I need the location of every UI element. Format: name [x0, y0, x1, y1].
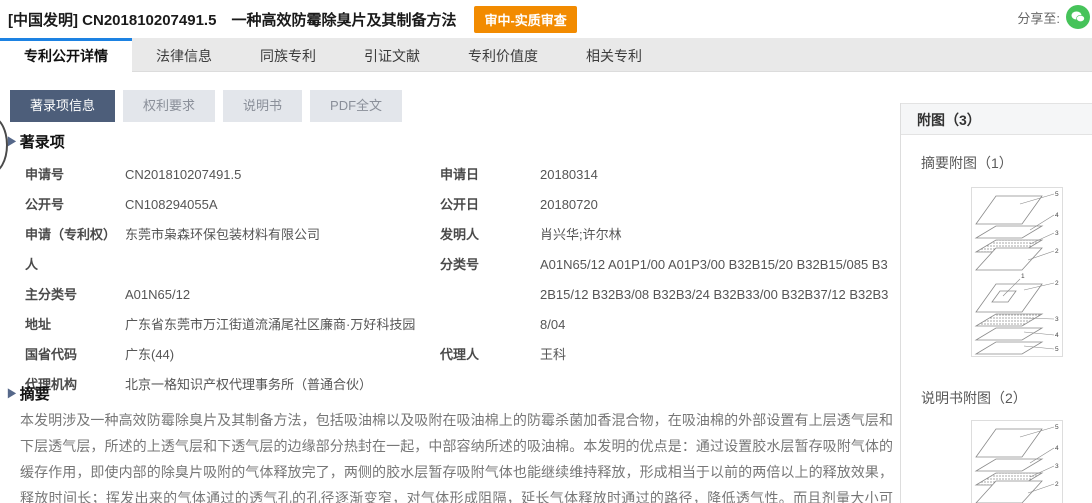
- abstract-section-header: ▶ 摘要: [8, 383, 50, 404]
- field-value: A01N65/12: [125, 280, 425, 310]
- description-figure-label: 说明书附图（2）: [921, 388, 1027, 408]
- top-header: [中国发明] CN201810207491.5 一种高效防霉除臭片及其制备方法 …: [0, 0, 1092, 38]
- biblio-grid: 申请号 CN201810207491.5 公开号 CN108294055A 申请…: [25, 160, 900, 400]
- field-label: 分类号: [440, 250, 540, 280]
- field-label: 发明人: [440, 220, 540, 250]
- triangle-right-icon: ▶: [8, 387, 16, 400]
- field-value: 20180314: [540, 160, 892, 190]
- field-address: 地址 广东省东莞市万江街道流涌尾社区廉商·万好科技园: [25, 310, 440, 340]
- biblio-section-title: 著录项: [20, 131, 65, 152]
- description-figure-image[interactable]: 5 4 3 2: [971, 420, 1063, 503]
- subtab-claims[interactable]: 权利要求: [123, 90, 215, 122]
- field-label: 主分类号: [25, 280, 125, 310]
- share-bar: 分享至:: [1017, 5, 1090, 29]
- patent-layers-figure: 5 4 3 2 1 2 3 4 5: [972, 188, 1062, 356]
- svg-text:5: 5: [1055, 424, 1059, 431]
- subtab-description[interactable]: 说明书: [223, 90, 302, 122]
- abstract-figure-label: 摘要附图（1）: [921, 153, 1013, 173]
- field-applicant: 申请（专利权）人 东莞市枭森环保包装材料有限公司: [25, 220, 440, 280]
- tab-cited-documents[interactable]: 引证文献: [340, 38, 444, 72]
- page-title: [中国发明] CN201810207491.5 一种高效防霉除臭片及其制备方法: [8, 9, 456, 30]
- tab-patent-publication-detail[interactable]: 专利公开详情: [0, 38, 132, 72]
- field-publication-number: 公开号 CN108294055A: [25, 190, 440, 220]
- field-application-number: 申请号 CN201810207491.5: [25, 160, 440, 190]
- svg-text:4: 4: [1055, 212, 1059, 219]
- triangle-right-icon: ▶: [8, 135, 16, 148]
- svg-text:5: 5: [1055, 346, 1059, 353]
- field-value: 王科: [540, 340, 892, 370]
- field-inventors: 发明人 肖兴华;许尔林: [440, 220, 900, 250]
- main-tab-bar: 专利公开详情 法律信息 同族专利 引证文献 专利价值度 相关专利: [0, 38, 1092, 72]
- subtab-pdf-fulltext[interactable]: PDF全文: [310, 90, 402, 122]
- field-value: CN108294055A: [125, 190, 425, 220]
- field-label: 申请号: [25, 160, 125, 190]
- tab-related-patents[interactable]: 相关专利: [562, 38, 666, 72]
- figures-panel-title: 附图（3）: [901, 103, 1092, 135]
- field-agent: 代理人 王科: [440, 340, 900, 370]
- field-label: 申请（专利权）人: [25, 220, 125, 280]
- patent-layers-figure: 5 4 3 2: [972, 421, 1062, 503]
- tab-patent-value[interactable]: 专利价值度: [444, 38, 562, 72]
- biblio-left-column: 申请号 CN201810207491.5 公开号 CN108294055A 申请…: [25, 160, 440, 400]
- abstract-figure-image[interactable]: 5 4 3 2 1 2 3 4 5: [971, 187, 1063, 357]
- tab-legal-info[interactable]: 法律信息: [132, 38, 236, 72]
- status-badge: 审中-实质审查: [474, 6, 576, 33]
- figures-panel: 附图（3） 摘要附图（1）: [900, 103, 1092, 503]
- tab-patent-family[interactable]: 同族专利: [236, 38, 340, 72]
- field-value: 广东省东莞市万江街道流涌尾社区廉商·万好科技园: [125, 310, 425, 340]
- svg-text:3: 3: [1055, 230, 1059, 237]
- svg-text:1: 1: [1021, 273, 1025, 280]
- field-province-code: 国省代码 广东(44): [25, 340, 440, 370]
- svg-text:2: 2: [1055, 481, 1059, 488]
- svg-text:2: 2: [1055, 248, 1059, 255]
- field-publication-date: 公开日 20180720: [440, 190, 900, 220]
- svg-text:4: 4: [1055, 332, 1059, 339]
- svg-text:5: 5: [1055, 191, 1059, 198]
- abstract-text: 本发明涉及一种高效防霉除臭片及其制备方法，包括吸油棉以及吸附在吸油棉上的防霉杀菌…: [20, 407, 893, 503]
- field-label: 地址: [25, 310, 125, 340]
- field-value: 广东(44): [125, 340, 425, 370]
- field-agency: 代理机构 北京一格知识产权代理事务所（普通合伙）: [25, 370, 440, 400]
- floating-widget-fragment: [0, 116, 8, 174]
- field-value: 20180720: [540, 190, 892, 220]
- svg-text:3: 3: [1055, 316, 1059, 323]
- biblio-section-header: ▶ 著录项: [8, 131, 65, 152]
- field-value: 肖兴华;许尔林: [540, 220, 892, 250]
- abstract-section-title: 摘要: [20, 383, 50, 404]
- field-main-classification: 主分类号 A01N65/12: [25, 280, 440, 310]
- svg-text:3: 3: [1055, 463, 1059, 470]
- patent-detail-page: [中国发明] CN201810207491.5 一种高效防霉除臭片及其制备方法 …: [0, 0, 1092, 503]
- field-value: 北京一格知识产权代理事务所（普通合伙）: [125, 370, 425, 400]
- field-label: 公开号: [25, 190, 125, 220]
- field-value: A01N65/12 A01P1/00 A01P3/00 B32B15/20 B3…: [540, 250, 892, 340]
- field-label: 代理人: [440, 340, 540, 370]
- subtab-bibliographic-info[interactable]: 著录项信息: [10, 90, 115, 122]
- field-value: 东莞市枭森环保包装材料有限公司: [125, 220, 425, 250]
- svg-text:2: 2: [1055, 280, 1059, 287]
- svg-text:4: 4: [1055, 445, 1059, 452]
- wechat-icon[interactable]: [1066, 5, 1090, 29]
- share-label: 分享至:: [1017, 8, 1060, 27]
- field-application-date: 申请日 20180314: [440, 160, 900, 190]
- wechat-bubble-glyph: [1070, 9, 1086, 25]
- field-label: 申请日: [440, 160, 540, 190]
- field-value: CN201810207491.5: [125, 160, 425, 190]
- field-label: 国省代码: [25, 340, 125, 370]
- biblio-right-column: 申请日 20180314 公开日 20180720 发明人 肖兴华;许尔林 分类…: [440, 160, 900, 400]
- sub-tab-bar: 著录项信息 权利要求 说明书 PDF全文: [10, 90, 410, 122]
- field-label: 公开日: [440, 190, 540, 220]
- field-classifications: 分类号 A01N65/12 A01P1/00 A01P3/00 B32B15/2…: [440, 250, 900, 340]
